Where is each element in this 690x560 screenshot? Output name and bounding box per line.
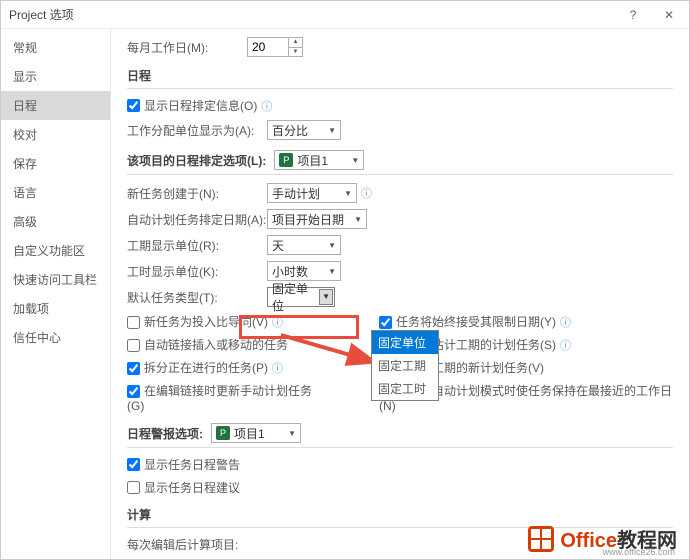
watermark: Office教程网 www.office26.com <box>528 524 677 553</box>
sidebar-item-trust-center[interactable]: 信任中心 <box>1 323 110 352</box>
sidebar-item-addins[interactable]: 加载项 <box>1 294 110 323</box>
project-icon: P <box>216 426 230 440</box>
section-alerts: 日程警报选项: <box>127 425 203 442</box>
check-show-suggestions[interactable]: 显示任务日程建议 <box>127 479 673 496</box>
options-dialog: Project 选项 ? ✕ 常规 显示 日程 校对 保存 语言 高级 自定义功… <box>0 0 690 560</box>
info-icon: ⓘ <box>272 363 283 375</box>
monthly-workdays-spinner[interactable]: ▲▼ <box>247 37 303 57</box>
recalc-label: 每次编辑后计算项目: <box>127 536 238 553</box>
project-selector-combo[interactable]: P 项目1 ▼ <box>274 150 364 170</box>
sidebar: 常规 显示 日程 校对 保存 语言 高级 自定义功能区 快速访问工具栏 加载项 … <box>1 29 111 559</box>
show-schedule-info-checkbox[interactable] <box>127 99 140 112</box>
info-icon: ⓘ <box>272 317 283 329</box>
show-schedule-info-label: 显示日程排定信息(O) <box>144 97 257 114</box>
chevron-down-icon: ▼ <box>328 126 336 135</box>
sidebar-item-save[interactable]: 保存 <box>1 149 110 178</box>
close-button[interactable]: ✕ <box>657 8 681 22</box>
section-schedule: 日程 <box>127 67 673 89</box>
content-pane: 每月工作日(M): ▲▼ 日程 显示日程排定信息(O) ⓘ 工作分配单位显示为(… <box>111 29 689 559</box>
chevron-down-icon: ▼ <box>354 215 362 224</box>
chevron-down-icon: ▼ <box>344 189 352 198</box>
help-button[interactable]: ? <box>621 8 645 22</box>
monthly-workdays-input[interactable] <box>248 38 288 56</box>
check-autolink[interactable]: 自动链接插入或移动的任务 <box>127 336 319 353</box>
window-controls: ? ✕ <box>621 8 681 22</box>
sidebar-item-customize-ribbon[interactable]: 自定义功能区 <box>1 236 110 265</box>
work-unit-combo[interactable]: 百分比▼ <box>267 120 341 140</box>
sidebar-item-quick-access[interactable]: 快速访问工具栏 <box>1 265 110 294</box>
default-task-type-combo[interactable]: 固定单位▼ <box>267 287 335 307</box>
sidebar-item-display[interactable]: 显示 <box>1 62 110 91</box>
chevron-down-icon: ▼ <box>328 267 336 276</box>
project-icon: P <box>279 153 293 167</box>
dropdown-option[interactable]: 固定单位 <box>372 331 438 354</box>
new-task-created-label: 新任务创建于(N): <box>127 185 267 202</box>
check-split-tasks[interactable]: 拆分正在进行的任务(P)ⓘ <box>127 359 319 376</box>
default-task-type-dropdown[interactable]: 固定单位 固定工期 固定工时 <box>371 330 439 401</box>
watermark-url: www.office26.com <box>603 547 675 557</box>
section-project-options: 该项目的日程排定选项(L): <box>127 152 266 169</box>
monthly-workdays-label: 每月工作日(M): <box>127 39 247 56</box>
spinner-down-icon[interactable]: ▼ <box>289 48 302 57</box>
sidebar-item-language[interactable]: 语言 <box>1 178 110 207</box>
new-task-created-combo[interactable]: 手动计划▼ <box>267 183 357 203</box>
sidebar-item-schedule[interactable]: 日程 <box>1 91 110 120</box>
check-update-manual[interactable]: 在编辑链接时更新手动计划任务(G) <box>127 382 319 413</box>
sidebar-item-advanced[interactable]: 高级 <box>1 207 110 236</box>
info-icon: ⓘ <box>560 340 571 352</box>
auto-schedule-date-label: 自动计划任务排定日期(A): <box>127 211 267 228</box>
chevron-down-icon: ▼ <box>351 156 359 165</box>
duration-unit-label: 工期显示单位(R): <box>127 237 267 254</box>
chevron-down-icon: ▼ <box>328 241 336 250</box>
info-icon[interactable]: ⓘ <box>261 98 272 114</box>
check-honor-constraints[interactable]: 任务将始终接受其限制日期(Y)ⓘ <box>379 313 673 330</box>
auto-schedule-date-combo[interactable]: 项目开始日期▼ <box>267 209 367 229</box>
alerts-project-combo[interactable]: P 项目1 ▼ <box>211 423 301 443</box>
duration-unit-combo[interactable]: 天▼ <box>267 235 341 255</box>
info-icon[interactable]: ⓘ <box>361 185 372 201</box>
sidebar-item-proofing[interactable]: 校对 <box>1 120 110 149</box>
default-task-type-label: 默认任务类型(T): <box>127 289 267 306</box>
check-show-warnings[interactable]: 显示任务日程警告 <box>127 456 673 473</box>
work-unit-label: 工作分配单位显示为(A): <box>127 122 267 139</box>
dropdown-option[interactable]: 固定工时 <box>372 377 438 400</box>
work-display-unit-combo[interactable]: 小时数▼ <box>267 261 341 281</box>
titlebar: Project 选项 ? ✕ <box>1 1 689 29</box>
work-display-unit-label: 工时显示单位(K): <box>127 263 267 280</box>
chevron-down-icon[interactable]: ▼ <box>319 289 333 305</box>
dropdown-option[interactable]: 固定工期 <box>372 354 438 377</box>
window-title: Project 选项 <box>9 6 74 23</box>
info-icon: ⓘ <box>560 317 571 329</box>
office-logo-icon <box>528 526 554 552</box>
chevron-down-icon: ▼ <box>288 429 296 438</box>
spinner-up-icon[interactable]: ▲ <box>289 38 302 48</box>
check-effort-driven[interactable]: 新任务为投入比导向(V)ⓘ <box>127 313 319 330</box>
sidebar-item-general[interactable]: 常规 <box>1 33 110 62</box>
